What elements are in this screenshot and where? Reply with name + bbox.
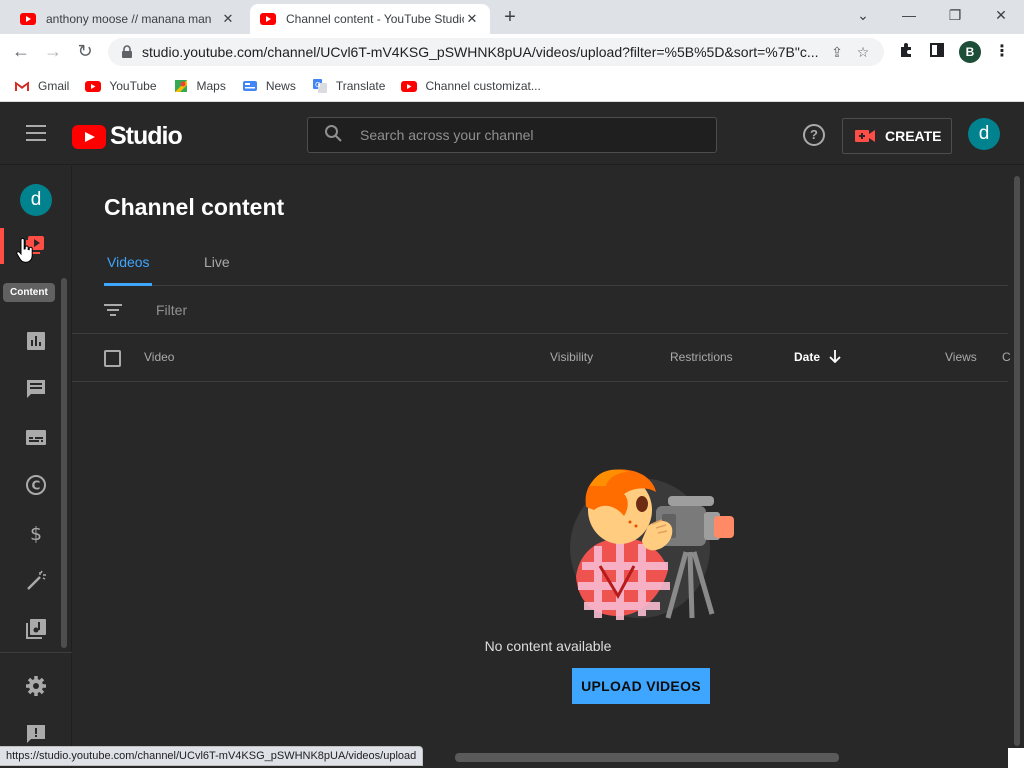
empty-state-text: No content available [484,638,612,654]
filter-input[interactable]: Filter [156,302,187,318]
lock-icon [120,45,134,59]
youtube-play-logo-icon [72,124,106,149]
bookmark-star-icon[interactable]: ☆ [850,44,876,61]
reload-button[interactable]: ↻ [72,40,98,64]
youtube-studio-logo[interactable]: Studio [72,122,183,151]
sidebar-item-content[interactable] [0,224,72,268]
tab-search-chevron-icon[interactable]: ⌄ [840,4,886,28]
browser-tab-title: Channel content - YouTube Studio [286,12,464,26]
bookmarks-bar: Gmail YouTube Maps News G Translate Chan… [0,70,1024,102]
bookmark-translate[interactable]: G Translate [312,78,385,94]
studio-header: Studio ? CREATE d [0,103,1024,165]
restore-button[interactable]: ❐ [932,4,978,28]
forward-button[interactable]: → [40,40,66,64]
main-content: Channel content Videos Live Filter Video… [72,166,1024,768]
dollar-icon: $ [25,522,47,545]
sidebar-item-settings[interactable] [0,664,72,708]
column-video[interactable]: Video [144,350,174,364]
create-button[interactable]: CREATE [842,118,952,154]
horizontal-scrollbar[interactable] [455,753,839,762]
copyright-icon: C [25,474,47,496]
content-tabs: Videos Live [104,248,1008,286]
browser-tab-title: anthony moose // manana man [46,12,212,26]
window-close-button[interactable]: ✕ [978,4,1024,28]
channel-search-box[interactable] [307,117,717,153]
news-icon [242,78,258,94]
select-all-checkbox[interactable] [104,350,121,367]
search-icon [324,124,342,147]
upload-videos-button[interactable]: UPLOAD VIDEOS [572,668,710,704]
tab-live[interactable]: Live [204,254,230,270]
search-input[interactable] [360,127,716,143]
column-date[interactable]: Date [794,350,841,366]
channel-avatar[interactable]: d [20,184,52,216]
bookmark-youtube[interactable]: YouTube [85,78,157,94]
audio-library-icon [25,618,47,640]
browser-tabstrip: anthony moose // manana man ✕ Channel co… [0,0,1024,34]
subtitles-icon [25,426,47,448]
help-icon[interactable]: ? [803,124,825,146]
table-header: Video Visibility Restrictions Date Views… [72,334,1011,382]
rail-divider [0,652,72,653]
bookmark-channel-customization[interactable]: Channel customizat... [401,78,541,94]
column-visibility[interactable]: Visibility [550,350,593,364]
magic-wand-icon [25,570,47,592]
column-comments[interactable]: C [1002,350,1011,364]
filter-icon[interactable] [104,303,122,316]
empty-state-illustration [568,466,738,627]
svg-text:C: C [32,479,41,493]
browser-profile-avatar[interactable]: B [959,41,981,63]
video-camera-plus-icon [855,129,875,143]
rail-scrollbar[interactable] [61,278,67,648]
translate-icon: G [312,78,328,94]
close-icon[interactable]: ✕ [220,11,236,27]
browser-tab-2[interactable]: Channel content - YouTube Studio ✕ [250,4,490,34]
svg-text:$: $ [30,523,42,544]
maps-icon [173,78,189,94]
analytics-icon [25,330,47,352]
gmail-icon [14,78,30,94]
bookmark-news[interactable]: News [242,78,296,94]
browser-tab-1[interactable]: anthony moose // manana man ✕ [10,4,246,34]
sort-arrow-down-icon [829,350,841,366]
extensions-puzzle-icon[interactable] [895,42,917,64]
tab-videos[interactable]: Videos [107,254,150,270]
back-button[interactable]: ← [8,40,34,64]
youtube-favicon-icon [20,13,36,25]
comments-icon [25,378,47,400]
account-avatar[interactable]: d [968,118,1000,150]
scrollbar-corner [1008,748,1024,768]
close-icon[interactable]: ✕ [464,11,480,27]
youtube-icon [401,78,418,94]
main-scrollbar[interactable] [1014,176,1020,746]
share-icon[interactable]: ⇪ [824,44,850,61]
svg-text:G: G [315,81,320,89]
gear-icon [25,675,47,697]
column-restrictions[interactable]: Restrictions [670,350,733,364]
bookmark-maps[interactable]: Maps [173,78,226,94]
side-panel-icon[interactable] [926,42,948,64]
address-bar[interactable]: studio.youtube.com/channel/UCvl6T-mV4KSG… [108,38,884,66]
link-status-bar: https://studio.youtube.com/channel/UCvl6… [0,746,424,766]
menu-hamburger-icon[interactable] [26,125,46,141]
hand-cursor-icon [16,237,34,269]
new-tab-button[interactable]: + [498,6,522,30]
browser-toolbar: ← → ↻ studio.youtube.com/channel/UCvl6T-… [0,34,1024,70]
bookmark-gmail[interactable]: Gmail [14,78,69,94]
column-views[interactable]: Views [945,350,977,364]
content-tooltip: Content [3,283,55,302]
youtube-icon [85,78,102,94]
browser-menu-icon[interactable]: ⋮ [991,42,1013,64]
minimize-button[interactable]: — [886,4,932,28]
youtube-favicon-icon [260,13,276,25]
feedback-icon [25,723,47,745]
url-text: studio.youtube.com/channel/UCvl6T-mV4KSG… [142,44,819,60]
filter-bar[interactable]: Filter [72,286,1008,334]
page-title: Channel content [104,194,285,220]
